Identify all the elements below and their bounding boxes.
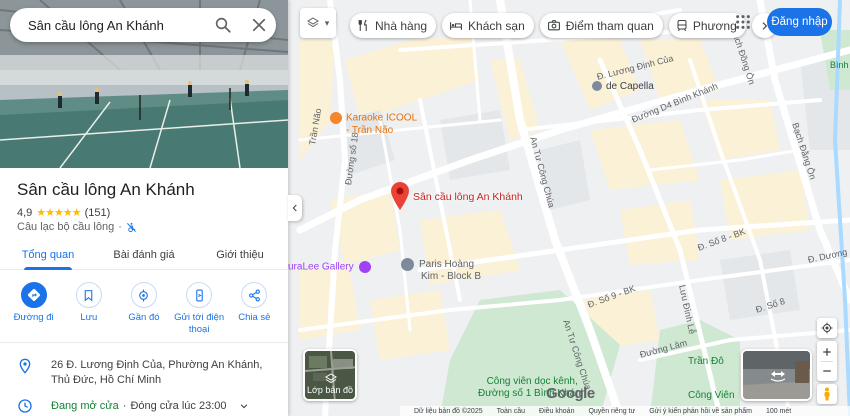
google-logo: Google	[546, 385, 595, 402]
category-sep: ·	[118, 221, 122, 233]
street-view-thumbnail[interactable]	[741, 349, 812, 401]
layers-button[interactable]: Lớp bản đồ	[303, 349, 357, 401]
chip-attractions[interactable]: Điểm tham quan	[539, 13, 663, 38]
scale-label[interactable]: 100 mét	[766, 408, 791, 415]
open-status: Đang mở cửa	[51, 400, 119, 412]
hours-sep: ·	[122, 400, 127, 412]
send-to-phone-button[interactable]: Gửi tới điện thoại	[172, 282, 226, 336]
map-footer: Dữ liệu bản đồ ©2025 Toàn cầu Điều khoản…	[400, 406, 850, 416]
share-button[interactable]: Chia sẻ	[227, 282, 281, 336]
building-icon	[401, 258, 414, 271]
caret-down-icon: ▾	[324, 17, 330, 28]
zoom-in-icon[interactable]	[822, 347, 832, 357]
chip-hotels[interactable]: Khách sạn	[442, 13, 534, 38]
rating-row: 4,9 ★★★★★ (151)	[17, 206, 111, 220]
phone-icon	[195, 289, 203, 301]
send-to-phone-label: Gửi tới điện thoại	[174, 312, 225, 335]
no-wheelchair-icon	[126, 222, 136, 232]
collapse-panel-button[interactable]	[288, 195, 302, 221]
pegman-button[interactable]	[817, 384, 837, 404]
search-input[interactable]	[28, 17, 208, 33]
poi-paris-hoang-kim[interactable]: Paris Hoàng Kim - Block B	[401, 258, 481, 283]
zoom-out-icon[interactable]	[822, 366, 832, 376]
hours-row[interactable]: Đang mở cửa · Đóng cửa lúc 23:00	[17, 398, 279, 414]
nearby-label: Gần đó	[128, 312, 160, 323]
clock-icon	[18, 399, 32, 413]
zoom-controls	[817, 341, 837, 381]
my-location-icon	[821, 322, 833, 334]
gallery-icon	[359, 261, 372, 273]
pin-label[interactable]: Sân cầu lông An Khánh	[413, 191, 523, 203]
layers-label: Lớp bản đồ	[307, 385, 353, 395]
chip-restaurants[interactable]: Nhà hàng	[350, 13, 437, 38]
area-label: Bình	[830, 60, 849, 70]
privacy-link[interactable]: Quyền riêng tư	[588, 408, 635, 415]
save-label: Lưu	[80, 312, 98, 323]
sign-in-button[interactable]: Đăng nhập	[767, 8, 832, 36]
chevron-down-icon[interactable]	[239, 401, 249, 411]
closing-time: Đóng cửa lúc 23:00	[130, 400, 227, 412]
share-label: Chia sẻ	[238, 312, 271, 323]
close-icon[interactable]	[250, 16, 268, 34]
category-row: Câu lạc bộ cầu lông ·	[17, 221, 137, 233]
tab-reviews[interactable]: Bài đánh giá	[96, 240, 192, 269]
pegman-icon	[824, 387, 830, 401]
poi-decapella[interactable]: de Capella	[592, 81, 654, 93]
place-tabs: Tổng quan Bài đánh giá Giới thiệu	[0, 240, 288, 270]
rating-value: 4,9	[17, 206, 33, 219]
nearby-icon	[139, 289, 149, 301]
transit-icon	[677, 20, 687, 32]
search-icon[interactable]	[214, 16, 232, 34]
address-row[interactable]: 26 Đ. Lương Định Của, Phường An Khánh, T…	[17, 358, 279, 388]
building-icon	[592, 81, 602, 92]
karaoke-icon	[330, 112, 342, 124]
star-rating-icon: ★★★★★	[36, 207, 81, 219]
apps-grid-icon[interactable]	[735, 14, 751, 30]
camera-icon	[547, 20, 560, 31]
poi-gallery[interactable]: uraLee Gallery	[288, 261, 372, 274]
action-buttons: Đường đi Lưu Gần đó Gửi tới điện thoại C…	[0, 282, 288, 336]
chevron-left-icon	[292, 204, 297, 212]
terms-link[interactable]: Điều khoản	[539, 408, 574, 415]
save-button[interactable]: Lưu	[62, 282, 116, 336]
feedback-link[interactable]: Gửi ý kiến phản hồi về sản phẩm	[649, 408, 752, 415]
layers-icon	[306, 17, 319, 28]
search-box[interactable]	[10, 8, 276, 42]
map-layers-toggle[interactable]: ▾	[300, 8, 336, 38]
place-panel: Sân cầu lông An Khánh 4,9 ★★★★★ (151) Câ…	[0, 0, 288, 416]
bookmark-icon	[84, 289, 93, 302]
hotel-bed-icon	[450, 22, 463, 30]
place-title: Sân cầu lông An Khánh	[17, 180, 195, 199]
layers-icon	[325, 373, 337, 384]
divider	[0, 342, 288, 343]
global-link[interactable]: Toàn cầu	[497, 408, 525, 415]
nearby-button[interactable]: Gần đó	[117, 282, 171, 336]
directions-label: Đường đi	[13, 312, 54, 323]
tab-about[interactable]: Giới thiệu	[192, 240, 288, 269]
directions-icon	[27, 288, 40, 302]
my-location-button[interactable]	[817, 318, 837, 338]
category-chips: Nhà hàng Khách sạn Điểm tham quan Phương	[350, 13, 777, 38]
tab-overview[interactable]: Tổng quan	[0, 240, 96, 270]
restaurant-icon	[358, 19, 367, 31]
map-data-attribution: Dữ liệu bản đồ ©2025	[414, 407, 483, 415]
review-count[interactable]: (151)	[85, 207, 111, 219]
place-category[interactable]: Câu lạc bộ cầu lông	[17, 221, 114, 233]
share-icon	[248, 289, 260, 301]
poi-karaoke[interactable]: Karaoke ICOOL - Trần Não	[330, 112, 417, 137]
directions-button[interactable]: Đường đi	[7, 282, 61, 336]
place-pin-icon[interactable]	[391, 182, 409, 210]
poi-park-3[interactable]: Công Viên	[688, 390, 735, 402]
poi-park-2[interactable]: Trần Đô	[688, 356, 724, 368]
address-text: 26 Đ. Lương Định Của, Phường An Khánh, T…	[51, 359, 263, 386]
rotate-360-icon	[770, 371, 786, 382]
location-pin-icon	[19, 358, 31, 374]
